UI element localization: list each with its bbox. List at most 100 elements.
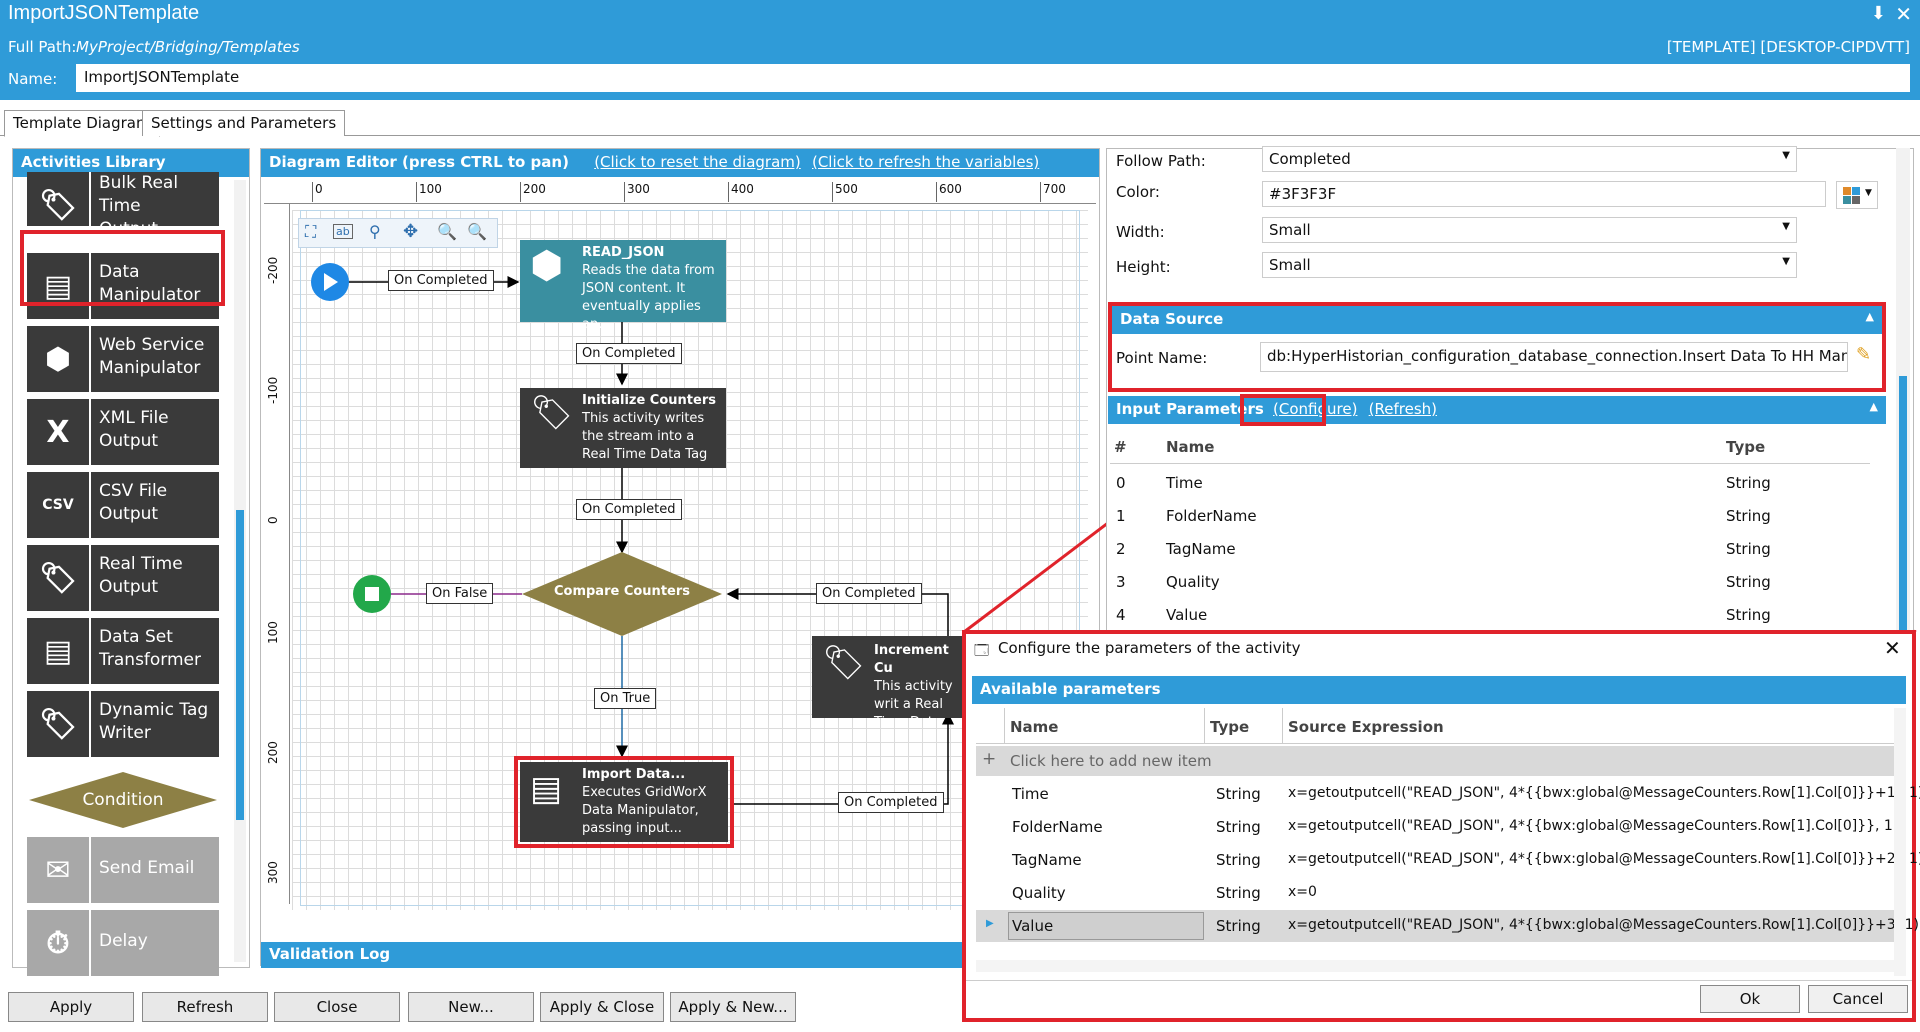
input-param-row[interactable]: 2 TagName String: [1110, 534, 1870, 566]
point-name-label: Point Name:: [1116, 349, 1208, 367]
parameter-row[interactable]: TagName String x=getoutputcell("READ_JSO…: [976, 844, 1920, 876]
configure-highlight: [1240, 394, 1326, 426]
cancel-button[interactable]: Cancel: [1808, 985, 1908, 1013]
source-expression[interactable]: x=getoutputcell("READ_JSON", 4*{{bwx:glo…: [1288, 917, 1919, 933]
apply-close-button[interactable]: Apply & Close: [540, 992, 664, 1022]
parameter-type: String: [1216, 884, 1261, 902]
collapse-icon[interactable]: ▲: [1866, 310, 1874, 323]
param-type: String: [1726, 507, 1771, 525]
plus-icon: +: [982, 749, 997, 769]
node-import-data[interactable]: ▤ Import Data... Executes GridWorX Data …: [520, 762, 728, 842]
input-params-header-row: # Name Type: [1110, 426, 1870, 464]
parameter-type: String: [1216, 818, 1261, 836]
parameter-name[interactable]: Value: [1012, 917, 1053, 935]
read-json-desc: Reads the data from JSON content. It eve…: [582, 263, 715, 332]
add-new-item-text: Click here to add new item: [1010, 752, 1212, 770]
param-index: 0: [1116, 474, 1126, 492]
param-name: Quality: [1166, 573, 1220, 591]
import-title: Import Data...: [582, 767, 686, 782]
color-input[interactable]: #3F3F3F: [1262, 181, 1826, 207]
refresh-button[interactable]: Refresh: [142, 992, 268, 1022]
available-parameters-title: Available parameters: [972, 676, 1906, 704]
data-source-title: Data Source ▲: [1112, 306, 1882, 334]
chevron-down-icon: ▼: [1782, 256, 1790, 267]
param-name: TagName: [1166, 540, 1236, 558]
refresh-link[interactable]: (Refresh): [1369, 400, 1437, 418]
new-button[interactable]: New...: [408, 992, 534, 1022]
height-value: Small: [1269, 256, 1311, 274]
add-new-item-row[interactable]: + Click here to add new item: [976, 746, 1894, 776]
chevron-down-icon: ▼: [1865, 188, 1872, 198]
source-expression[interactable]: x=0: [1288, 884, 1317, 900]
ok-button[interactable]: Ok: [1700, 985, 1800, 1013]
parameter-name[interactable]: Time: [1012, 785, 1049, 803]
follow-path-label: Follow Path:: [1116, 152, 1206, 170]
parameter-row[interactable]: ▶ Value String x=getoutputcell("READ_JSO…: [976, 910, 1919, 942]
data-manipulator-icon: ▤: [530, 769, 563, 809]
source-expression[interactable]: x=getoutputcell("READ_JSON", 4*{{bwx:glo…: [1288, 818, 1898, 834]
parameter-row[interactable]: Quality String x=0: [976, 877, 1894, 909]
dialog-header-row: Name Type Source Expression: [976, 708, 1894, 744]
color-picker-button[interactable]: ▼: [1836, 181, 1878, 209]
param-name: Value: [1166, 606, 1208, 624]
follow-path-select[interactable]: Completed ▼: [1262, 146, 1797, 172]
param-index: 3: [1116, 573, 1126, 591]
param-index: 1: [1116, 507, 1126, 525]
parameter-name[interactable]: Quality: [1012, 884, 1066, 902]
parameter-name[interactable]: TagName: [1012, 851, 1082, 869]
chevron-down-icon: ▼: [1782, 150, 1790, 161]
parameter-type: String: [1216, 785, 1261, 803]
dialog-title: Configure the parameters of the activity: [998, 639, 1301, 657]
parameter-row[interactable]: Time String x=getoutputcell("READ_JSON",…: [976, 778, 1920, 810]
dialog-scrollbar[interactable]: [1894, 708, 1906, 976]
width-select[interactable]: Small ▼: [1262, 217, 1797, 243]
dialog-hscrollbar[interactable]: [976, 960, 1894, 972]
col-name: Name: [1166, 438, 1215, 456]
dlg-col-name: Name: [1010, 718, 1059, 736]
node-initialize-counters[interactable]: 🏷 Initialize Counters This activity writ…: [520, 388, 726, 468]
apply-new-button[interactable]: Apply & New...: [670, 992, 796, 1022]
compare-counters-label[interactable]: Compare Counters: [522, 584, 722, 599]
height-label: Height:: [1116, 258, 1171, 276]
dlg-col-source: Source Expression: [1288, 718, 1444, 736]
close-button[interactable]: Close: [274, 992, 400, 1022]
dlg-col-type: Type: [1210, 718, 1250, 736]
dialog-icon: 🗔: [974, 643, 990, 659]
param-type: String: [1726, 606, 1771, 624]
point-name-input[interactable]: db:HyperHistorian_configuration_database…: [1260, 342, 1848, 372]
param-name: FolderName: [1166, 507, 1257, 525]
height-select[interactable]: Small ▼: [1262, 252, 1797, 278]
init-title: Initialize Counters: [582, 393, 716, 408]
input-param-row[interactable]: 3 Quality String: [1110, 567, 1870, 599]
parameter-row[interactable]: FolderName String x=getoutputcell("READ_…: [976, 811, 1898, 843]
apply-button[interactable]: Apply: [8, 992, 134, 1022]
increment-title: Increment Cu: [874, 643, 949, 676]
node-increment[interactable]: 🏷 Increment Cu This activity writ a Real…: [812, 636, 962, 718]
input-param-row[interactable]: 1 FolderName String: [1110, 501, 1870, 533]
param-index: 4: [1116, 606, 1126, 624]
input-param-row[interactable]: 4 Value String: [1110, 600, 1870, 632]
init-desc: This activity writes the stream into a R…: [582, 411, 708, 462]
pencil-icon[interactable]: ✎: [1856, 344, 1871, 365]
row-pointer-icon: ▶: [986, 918, 994, 929]
collapse-icon[interactable]: ▲: [1870, 400, 1878, 413]
node-read-json[interactable]: ⬢ READ_JSON Reads the data from JSON con…: [520, 240, 726, 332]
source-expression[interactable]: x=getoutputcell("READ_JSON", 4*{{bwx:glo…: [1288, 851, 1920, 867]
parameter-name[interactable]: FolderName: [1012, 818, 1103, 836]
param-index: 2: [1116, 540, 1126, 558]
parameter-type: String: [1216, 851, 1261, 869]
source-expression[interactable]: x=getoutputcell("READ_JSON", 4*{{bwx:glo…: [1288, 785, 1920, 801]
param-type: String: [1726, 540, 1771, 558]
edge-label-on-true: On True: [594, 688, 657, 709]
cube-icon: ⬢: [530, 243, 564, 287]
follow-path-value: Completed: [1269, 150, 1351, 168]
dialog-close-icon[interactable]: ✕: [1884, 636, 1901, 660]
parameter-type: String: [1216, 917, 1261, 935]
param-type: String: [1726, 474, 1771, 492]
param-type: String: [1726, 573, 1771, 591]
width-value: Small: [1269, 221, 1311, 239]
chevron-down-icon: ▼: [1782, 221, 1790, 232]
edge-label-on-completed: On Completed: [388, 270, 494, 291]
input-parameters-header: Input Parameters (Configure) (Refresh) ▲: [1108, 396, 1886, 424]
input-param-row[interactable]: 0 Time String: [1110, 468, 1870, 500]
